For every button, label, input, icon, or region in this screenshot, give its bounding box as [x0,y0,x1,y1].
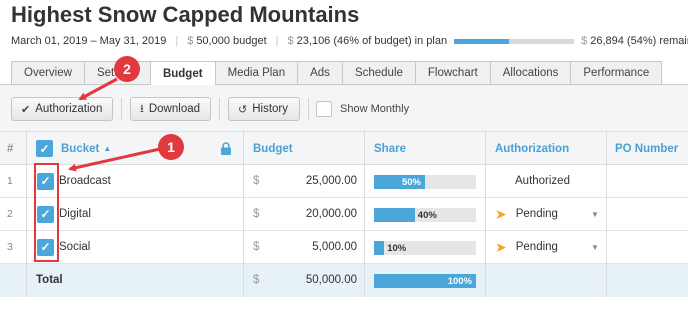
annotation-badge-1: 1 [158,134,184,160]
annotation-arrow-2 [78,77,118,101]
annotation-arrow-1 [68,147,161,172]
annotation-badge-2: 2 [114,56,140,82]
annotation-arrows [68,77,161,172]
